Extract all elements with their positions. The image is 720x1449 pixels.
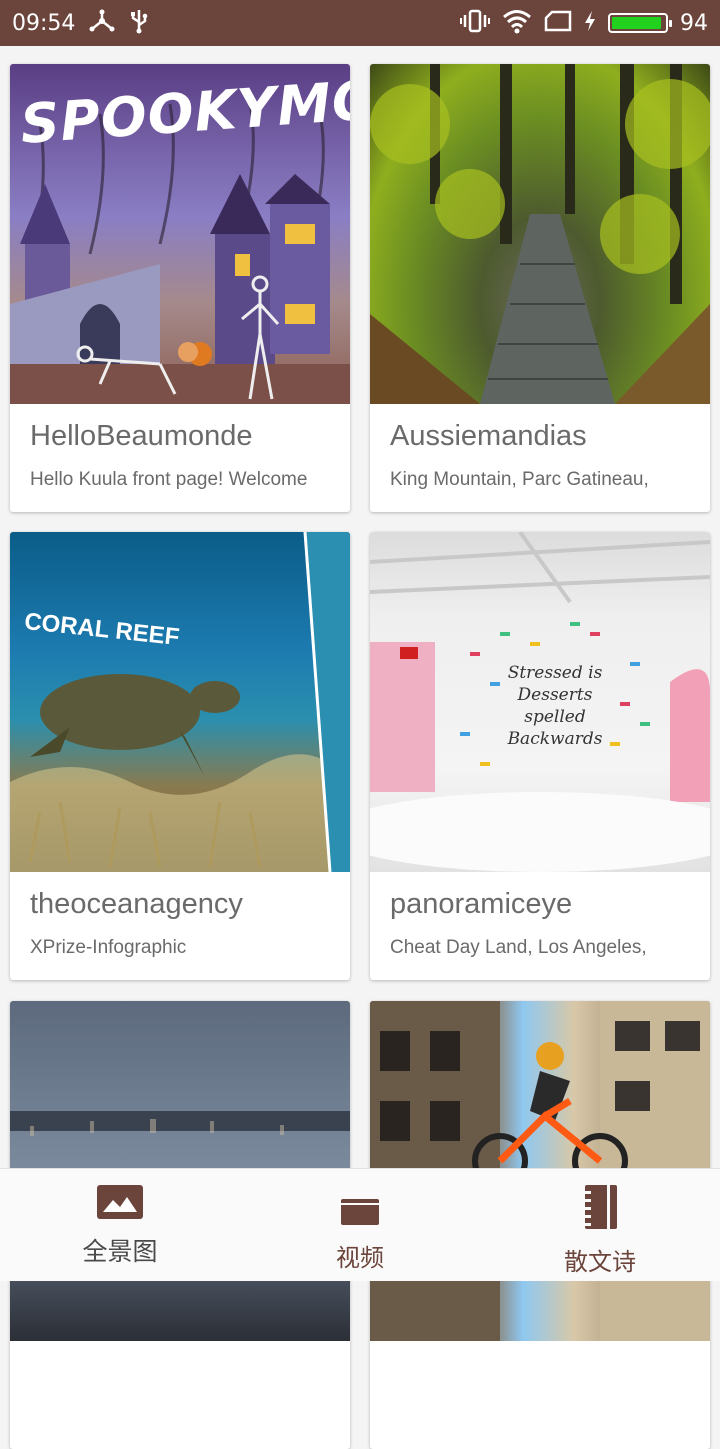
- card-subtitle: Hello Kuula front page! Welcome: [30, 469, 308, 490]
- charging-icon: [584, 10, 596, 37]
- nav-label: 视频: [336, 1244, 384, 1272]
- panorama-image-icon: [97, 1185, 143, 1224]
- card-subtitle: King Mountain, Parc Gatineau,: [390, 469, 649, 490]
- nav-panorama[interactable]: 全景图: [0, 1169, 240, 1281]
- card-title: Aussiemandias: [390, 420, 587, 452]
- card-subtitle: XPrize-Infographic: [30, 937, 187, 958]
- panorama-card[interactable]: CORAL REEF theoceanagency XPrize-Infogra…: [10, 532, 350, 980]
- sim-icon: [544, 9, 572, 38]
- nav-label: 全景图: [82, 1237, 158, 1266]
- card-title: panoramiceye: [390, 888, 573, 920]
- bottom-navigation: 全景图 视频 散文诗: [0, 1168, 720, 1281]
- nav-label: 散文诗: [564, 1248, 636, 1276]
- card-thumbnail[interactable]: [370, 64, 710, 404]
- notebook-icon: [581, 1185, 619, 1234]
- vibrate-icon: [460, 8, 490, 39]
- status-bar: 09:54 94: [0, 0, 720, 46]
- battery-level: 94: [680, 10, 708, 36]
- card-subtitle: Cheat Day Land, Los Angeles,: [390, 937, 647, 958]
- usb-debug-icon: [89, 9, 115, 38]
- status-time: 09:54: [12, 10, 76, 36]
- card-thumbnail[interactable]: CORAL REEF: [10, 532, 350, 872]
- card-title: HelloBeaumonde: [30, 420, 253, 452]
- battery-fill: [612, 17, 661, 29]
- card-thumbnail[interactable]: Stressed is Desserts spelled Backwards: [370, 532, 710, 872]
- nav-video[interactable]: 视频: [240, 1169, 480, 1281]
- panorama-card[interactable]: Stressed is Desserts spelled Backwards p…: [370, 532, 710, 980]
- video-icon: [341, 1199, 379, 1230]
- battery-icon: [608, 13, 672, 33]
- panorama-card[interactable]: SPOOKYMONDE HelloBeaumonde Hello Kuula f…: [10, 64, 350, 512]
- card-image-text: Stressed is Desserts spelled Backwards: [507, 663, 603, 749]
- card-thumbnail[interactable]: SPOOKYMONDE: [10, 64, 350, 404]
- card-title: theoceanagency: [30, 888, 243, 920]
- wifi-icon: [502, 8, 532, 39]
- usb-icon: [129, 8, 149, 39]
- nav-prose-poetry[interactable]: 散文诗: [480, 1169, 720, 1281]
- panorama-card[interactable]: Aussiemandias King Mountain, Parc Gatine…: [370, 64, 710, 512]
